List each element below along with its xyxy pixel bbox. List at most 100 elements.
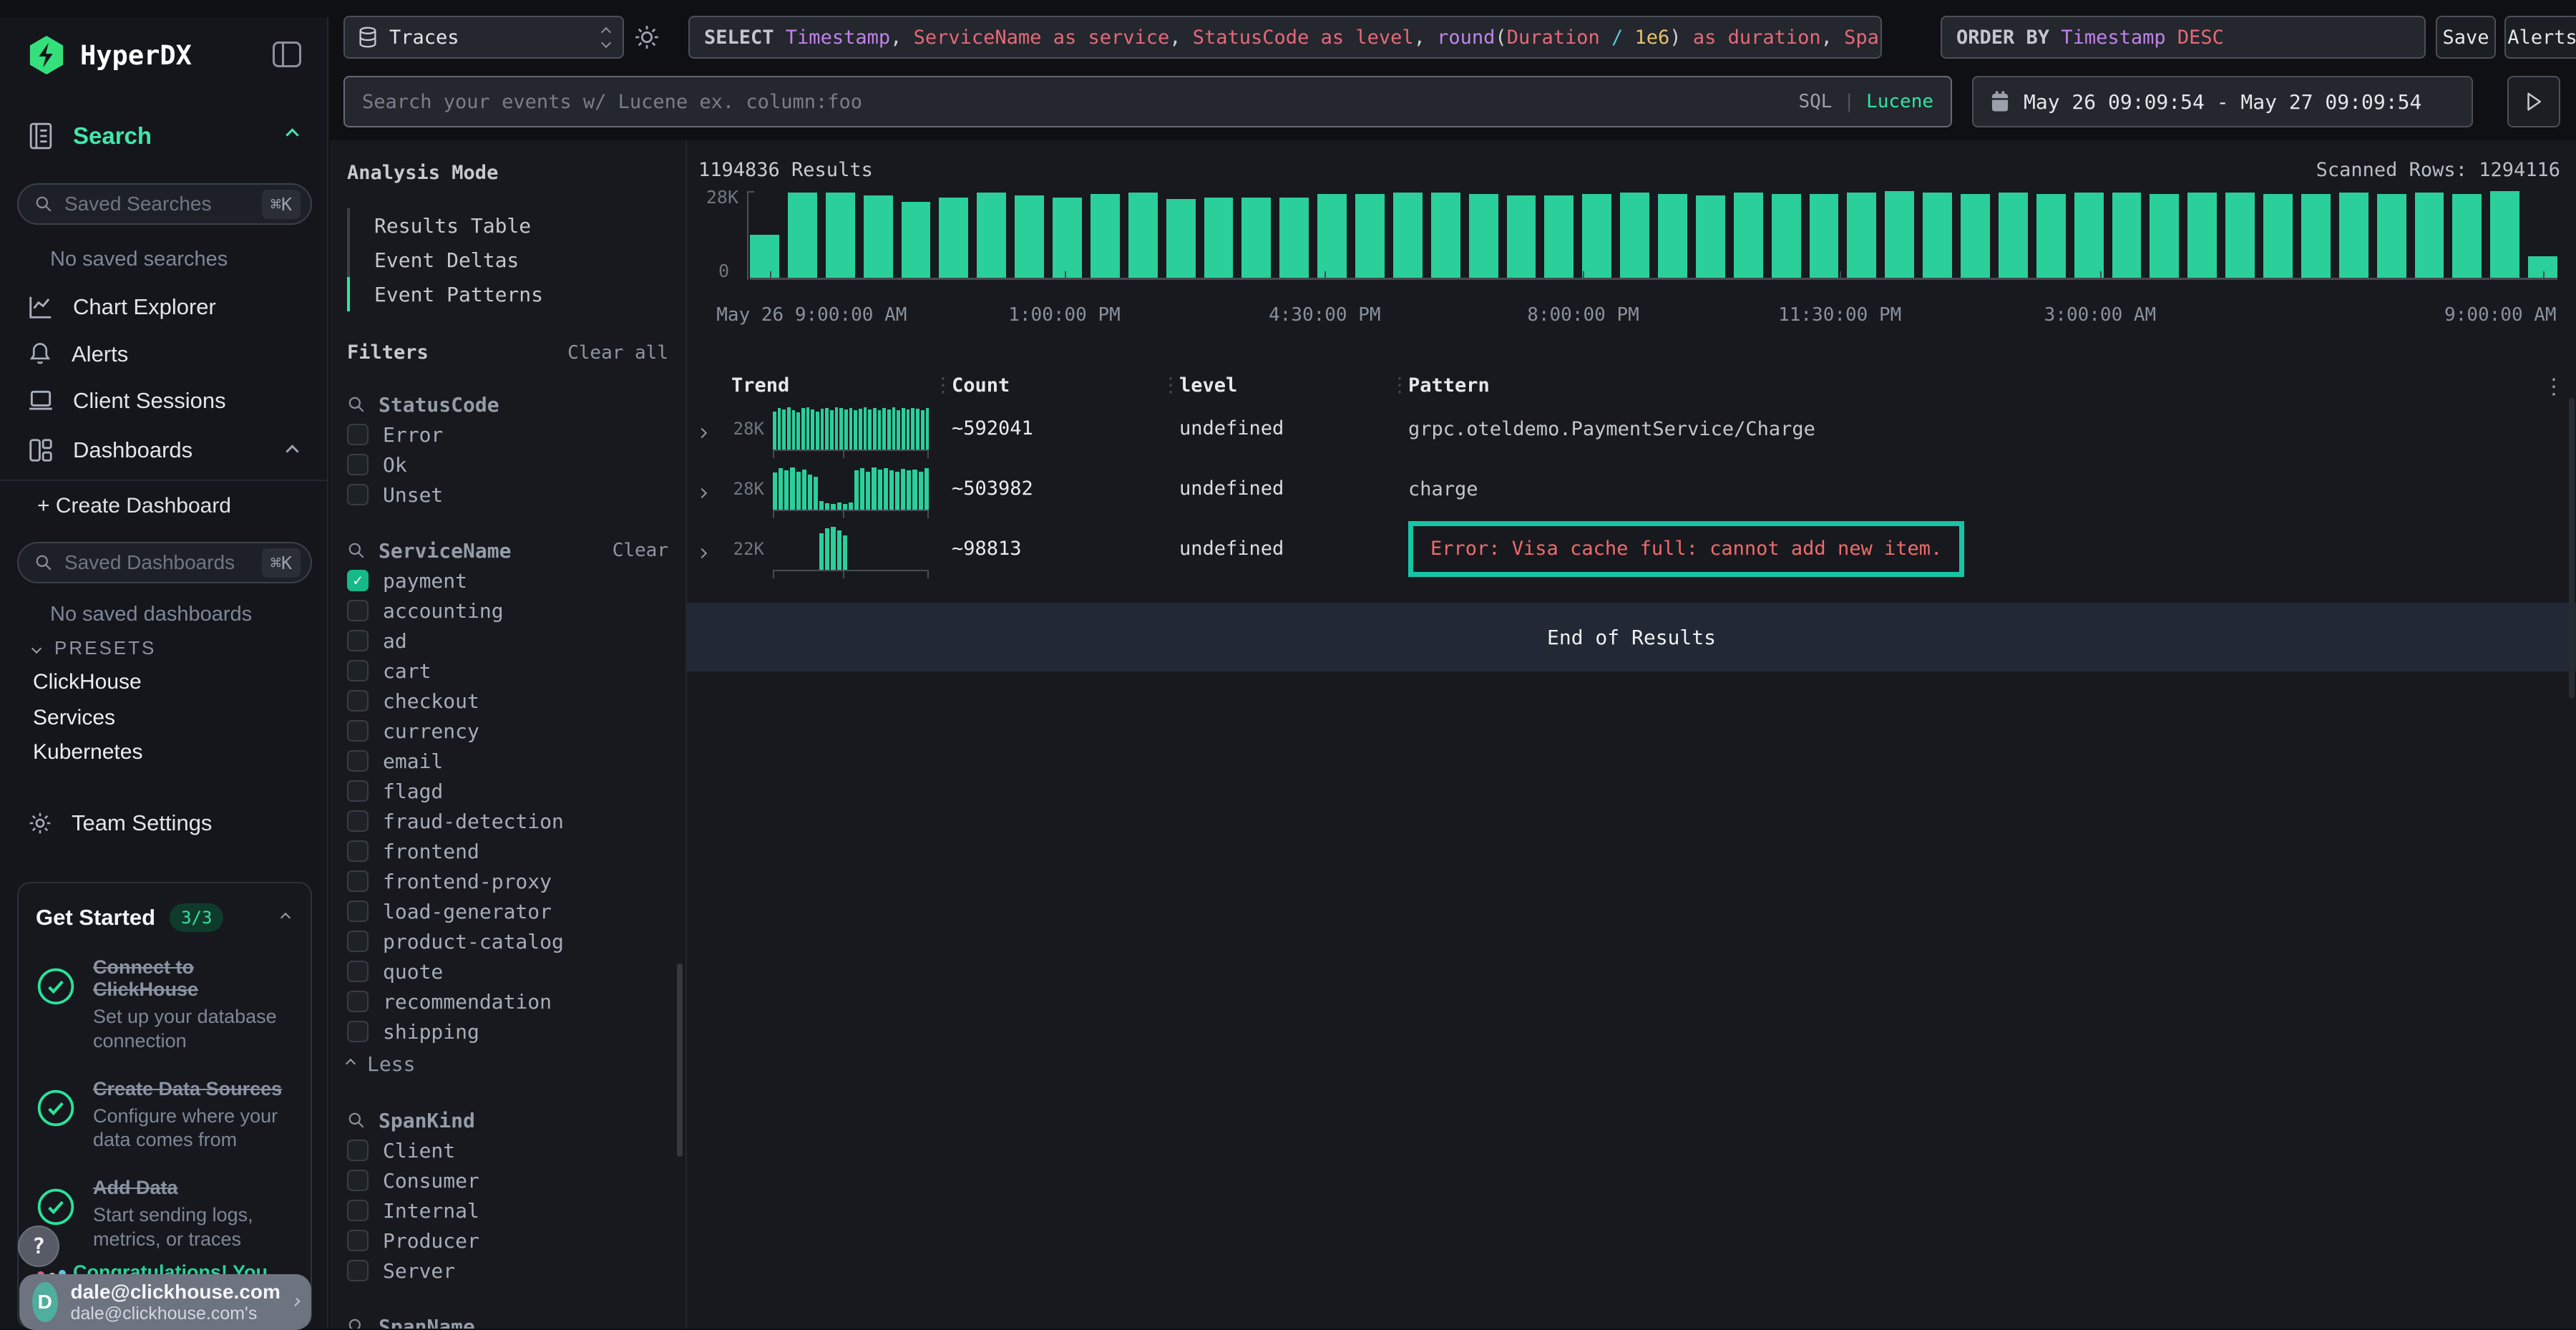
checkbox[interactable] — [347, 1021, 369, 1042]
histogram-bar[interactable] — [1885, 191, 1914, 278]
drag-handle-icon[interactable]: ⋮ — [1390, 373, 1410, 397]
histogram-bar[interactable] — [2263, 194, 2293, 278]
highlighted-error-pattern[interactable]: Error: Visa cache full: cannot add new i… — [1408, 521, 1964, 577]
sidebar-item-dashboards[interactable]: Dashboards — [27, 437, 192, 464]
filter-option-quote[interactable]: quote — [347, 956, 673, 986]
checkbox[interactable] — [347, 630, 369, 651]
pattern-row[interactable]: 22K~98813undefinedError: Visa cache full… — [698, 527, 2565, 571]
checkbox[interactable] — [347, 1140, 369, 1161]
filter-option-product-catalog[interactable]: product-catalog — [347, 926, 673, 956]
checkbox[interactable] — [347, 1170, 369, 1191]
date-range-picker[interactable]: May 26 09:09:54 - May 27 09:09:54 — [1972, 76, 2473, 127]
chevron-up-icon[interactable] — [280, 913, 291, 923]
checkbox[interactable] — [347, 931, 369, 952]
histogram-bar[interactable] — [1620, 193, 1649, 278]
filter-option-load-generator[interactable]: load-generator — [347, 896, 673, 926]
user-account-card[interactable]: D dale@clickhouse.com dale@clickhouse.co… — [19, 1274, 311, 1330]
histogram-bar[interactable] — [2452, 194, 2482, 278]
column-header-level[interactable]: ⋮level — [1179, 374, 1408, 397]
histogram-bar[interactable] — [1961, 194, 1990, 278]
checkbox[interactable] — [347, 484, 369, 505]
filter-option-email[interactable]: email — [347, 746, 673, 776]
save-button[interactable]: Save — [2436, 16, 2496, 59]
expand-row-chevron-icon[interactable] — [698, 407, 731, 442]
histogram-bar[interactable] — [2339, 193, 2368, 278]
filter-option-flagd[interactable]: flagd — [347, 776, 673, 806]
filter-option-client[interactable]: Client — [347, 1135, 673, 1165]
filters-scrollbar-thumb[interactable] — [677, 963, 683, 1157]
histogram-bar[interactable] — [2150, 194, 2179, 278]
filter-option-frontend[interactable]: frontend — [347, 836, 673, 866]
sql-orderby-editor[interactable]: ORDER BY Timestamp DESC — [1941, 16, 2426, 59]
column-header-pattern[interactable]: ⋮Pattern — [1408, 374, 2533, 397]
histogram-bar[interactable] — [2036, 194, 2066, 278]
histogram-bar[interactable] — [1053, 198, 1082, 278]
histogram-bar[interactable] — [1015, 195, 1044, 278]
column-header-count[interactable]: ⋮Count — [952, 374, 1179, 397]
filter-option-currency[interactable]: currency — [347, 716, 673, 746]
presets-toggle[interactable]: PRESETS — [33, 637, 156, 659]
checkbox[interactable] — [347, 780, 369, 802]
histogram-bar[interactable] — [2112, 193, 2142, 278]
filter-option-internal[interactable]: Internal — [347, 1195, 673, 1225]
create-dashboard-button[interactable]: + Create Dashboard — [37, 494, 231, 518]
filter-option-shipping[interactable]: shipping — [347, 1016, 673, 1047]
filter-option-ad[interactable]: ad — [347, 626, 673, 656]
sidebar-item-alerts[interactable]: Alerts — [27, 341, 128, 368]
histogram-bar[interactable] — [1772, 194, 1801, 278]
checkbox[interactable] — [347, 810, 369, 832]
table-options-kebab-icon[interactable]: ⋮ — [2533, 374, 2565, 399]
histogram-bar[interactable] — [2187, 193, 2217, 278]
histogram-bar[interactable] — [1469, 194, 1498, 278]
histogram-bar[interactable] — [2301, 194, 2331, 278]
histogram-bar[interactable] — [1091, 194, 1120, 278]
histogram-bar[interactable] — [1355, 194, 1385, 278]
checkbox[interactable] — [347, 720, 369, 742]
checkbox[interactable] — [347, 991, 369, 1012]
filter-option-frontend-proxy[interactable]: frontend-proxy — [347, 866, 673, 896]
filter-option-server[interactable]: Server — [347, 1256, 673, 1286]
source-settings-button[interactable] — [633, 23, 661, 52]
checkbox[interactable] — [347, 690, 369, 712]
sidebar-item-chart-explorer[interactable]: Chart Explorer — [27, 293, 216, 321]
checkbox[interactable] — [347, 1200, 369, 1221]
histogram-bar[interactable] — [2074, 193, 2104, 278]
saved-dashboards-input[interactable]: Saved Dashboards ⌘K — [17, 542, 312, 583]
histogram-bar[interactable] — [2377, 194, 2406, 278]
histogram-bar[interactable] — [2225, 193, 2255, 278]
histogram-bar[interactable] — [1317, 194, 1347, 278]
column-header-trend[interactable]: Trend — [731, 374, 952, 397]
logo[interactable]: HyperDX — [27, 34, 192, 76]
drag-handle-icon[interactable]: ⋮ — [933, 373, 953, 397]
show-less-toggle[interactable]: Less — [347, 1048, 673, 1079]
checkbox[interactable] — [347, 600, 369, 621]
preset-services[interactable]: Services — [33, 706, 115, 730]
histogram-bar[interactable] — [1507, 195, 1536, 278]
filter-option-recommendation[interactable]: recommendation — [347, 986, 673, 1016]
histogram-bar[interactable] — [1582, 194, 1611, 278]
preset-kubernetes[interactable]: Kubernetes — [33, 740, 142, 764]
histogram-bar[interactable] — [826, 193, 855, 278]
histogram-bar[interactable] — [2490, 191, 2519, 278]
filter-option-checkout[interactable]: checkout — [347, 686, 673, 716]
sql-select-editor[interactable]: SELECT Timestamp, ServiceName as service… — [688, 16, 1882, 59]
histogram-bar[interactable] — [1734, 193, 1763, 278]
clear-filter-button[interactable]: Clear — [613, 540, 673, 561]
histogram-bar[interactable] — [1696, 195, 1725, 278]
checkbox[interactable] — [347, 424, 369, 445]
sidebar-item-team-settings[interactable]: Team Settings — [27, 810, 212, 836]
filter-option-fraud-detection[interactable]: fraud-detection — [347, 806, 673, 836]
get-started-task[interactable]: Create Data Sources Configure where your… — [36, 1078, 293, 1153]
sidebar-item-search[interactable]: Search — [27, 122, 152, 150]
results-scrollbar-thumb[interactable] — [2569, 398, 2575, 699]
checkbox[interactable] — [347, 454, 369, 475]
histogram-bar[interactable] — [1658, 194, 1687, 278]
saved-searches-input[interactable]: Saved Searches ⌘K — [17, 183, 312, 225]
collapse-sidebar-icon[interactable] — [273, 42, 301, 67]
histogram-bar[interactable] — [1279, 198, 1309, 278]
checkbox[interactable]: ✓ — [347, 570, 369, 591]
source-select[interactable]: Traces — [343, 16, 624, 59]
language-lucene-option[interactable]: Lucene — [1866, 91, 1933, 112]
filter-option-error[interactable]: Error — [347, 419, 673, 450]
filter-option-producer[interactable]: Producer — [347, 1225, 673, 1256]
